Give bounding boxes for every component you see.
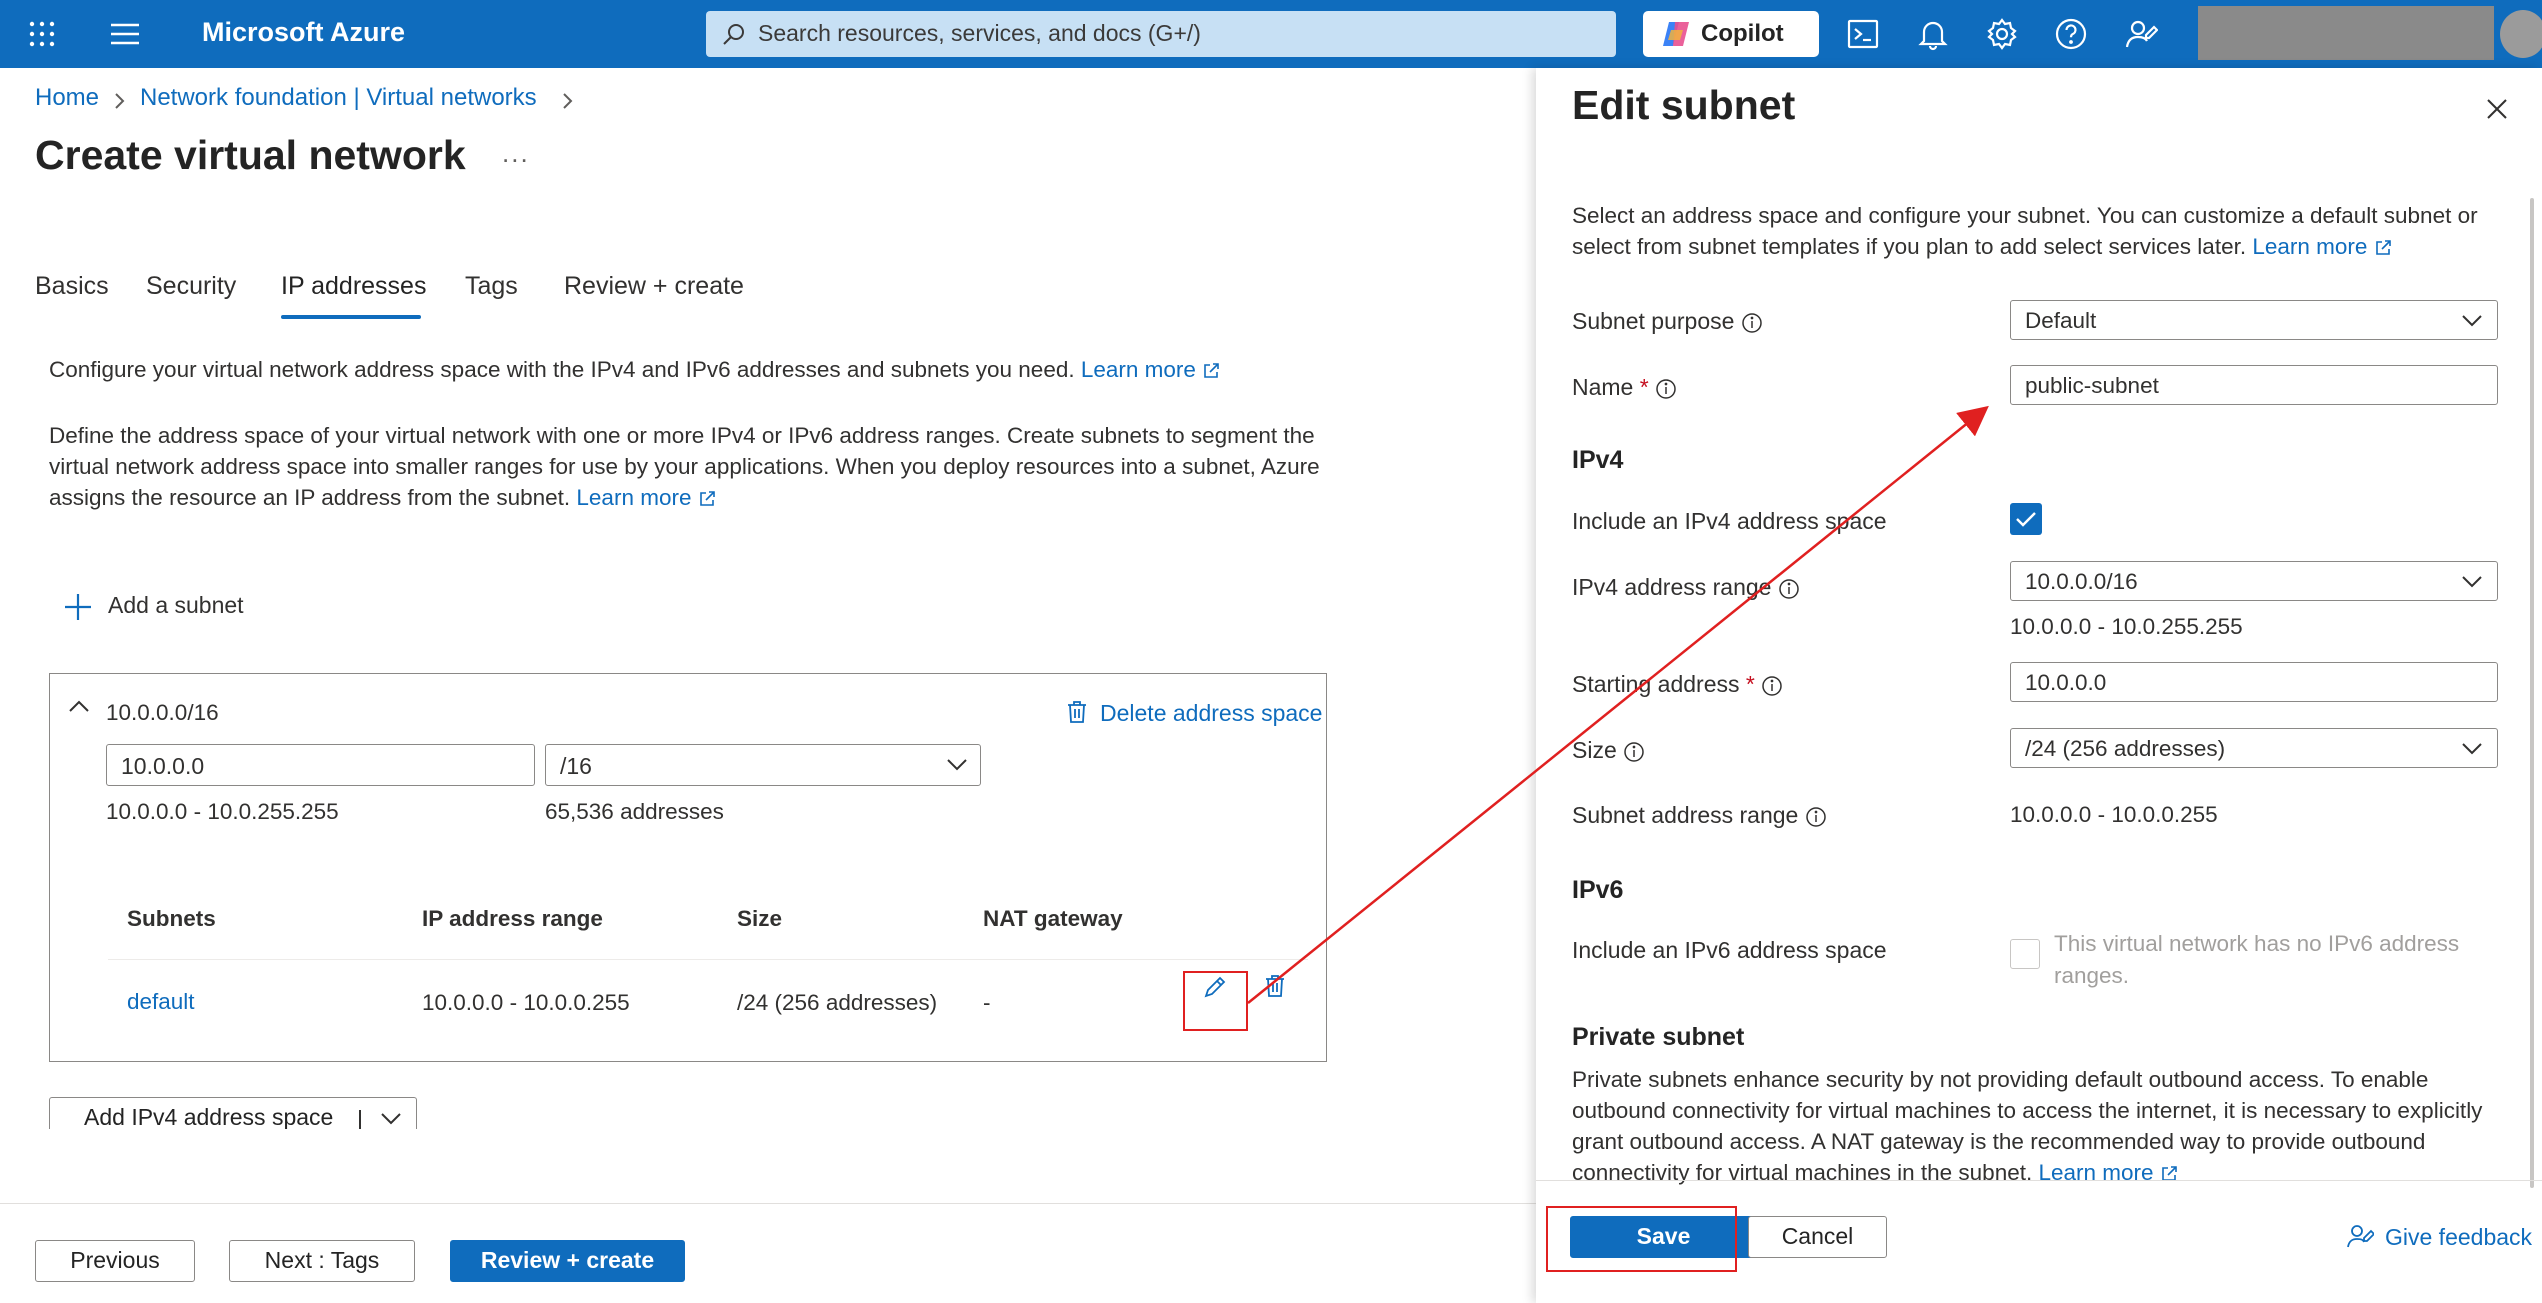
annotation-arrow bbox=[1247, 405, 1989, 1004]
